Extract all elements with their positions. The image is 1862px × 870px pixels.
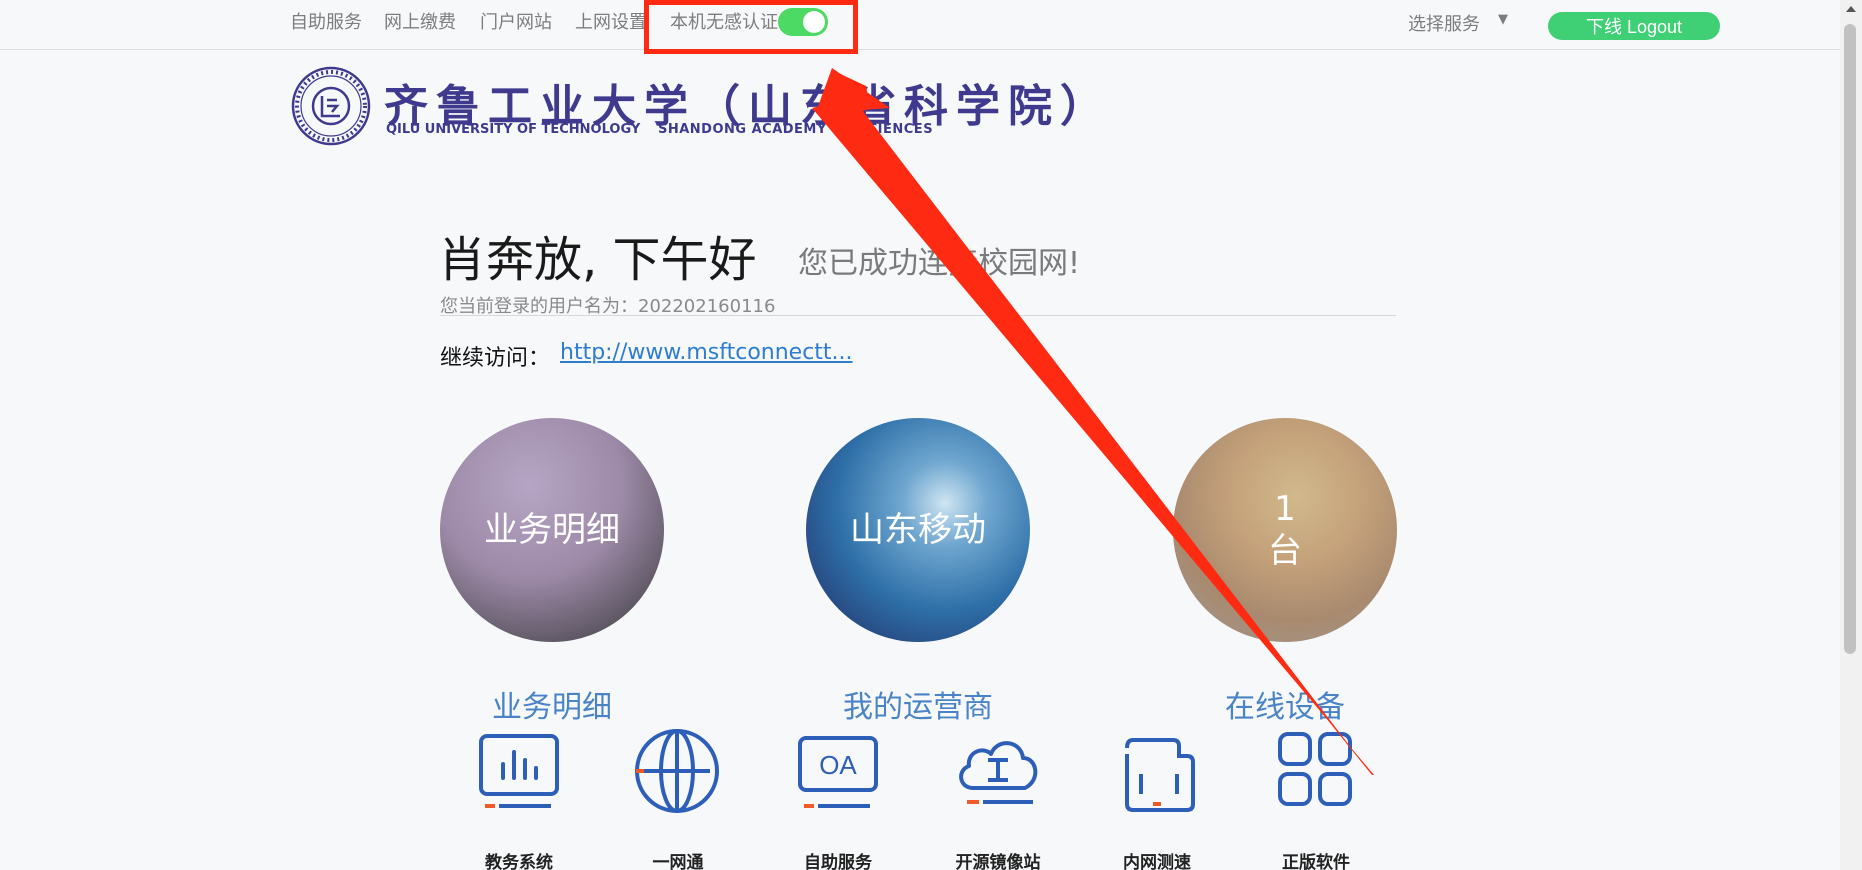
app-label[interactable]: 一网通 [608, 848, 748, 870]
continue-label: 继续访问： [440, 346, 551, 371]
circle-text: 1 台 [1268, 488, 1302, 572]
wallet-icon [1125, 738, 1195, 812]
connection-status: 您已成功连接校园网! [798, 246, 1081, 281]
circle-text: 山东移动 [850, 510, 986, 550]
operator-circle[interactable]: 山东移动 [806, 418, 1030, 642]
operator-caption[interactable]: 我的运营商 [788, 682, 1048, 726]
service-select[interactable]: 选择服务 [1408, 10, 1480, 36]
app-one-network[interactable] [617, 726, 737, 816]
business-detail-circle[interactable]: 业务明细 [440, 418, 664, 642]
nav-online-payment[interactable]: 网上缴费 [384, 8, 456, 34]
app-genuine-software[interactable] [1256, 730, 1376, 810]
caret-down-icon[interactable]: ▼ [1498, 12, 1508, 27]
nav-network-settings[interactable]: 上网设置 [575, 8, 647, 34]
app-label[interactable]: 开源镜像站 [928, 848, 1068, 870]
scrollbar-thumb[interactable] [1844, 24, 1856, 654]
online-devices-caption[interactable]: 在线设备 [1155, 682, 1415, 726]
academy-name-en: SHANDONG ACADEMY OF SCIENCES [658, 122, 934, 137]
nav-self-service[interactable]: 自助服务 [290, 8, 362, 34]
oa-icon: OA [798, 736, 878, 808]
annotation-highlight-box [644, 0, 858, 54]
scroll-up-icon[interactable] [1846, 6, 1856, 12]
device-unit: 台 [1268, 531, 1302, 571]
cloud-icon [959, 741, 1038, 804]
app-mirror-site[interactable] [938, 730, 1058, 814]
app-academic-system[interactable] [459, 730, 579, 814]
device-count: 1 [1274, 489, 1296, 529]
chart-monitor-icon [479, 734, 559, 808]
portal-page: 自助服务 网上缴费 门户网站 上网设置 本机无感认证 选择服务 ▼ 下线 Log… [0, 0, 1862, 870]
globe-icon [635, 729, 719, 813]
svg-text:OA: OA [819, 750, 857, 780]
university-name-en: QILU UNIVERSITY OF TECHNOLOGY [386, 122, 641, 137]
online-devices-circle[interactable]: 1 台 [1173, 418, 1397, 642]
nav-portal-site[interactable]: 门户网站 [480, 8, 552, 34]
logout-button[interactable]: 下线 Logout [1548, 12, 1720, 40]
top-navbar: 自助服务 网上缴费 门户网站 上网设置 本机无感认证 选择服务 ▼ 下线 Log… [0, 0, 1840, 50]
app-label[interactable]: 正版软件 [1246, 848, 1386, 870]
business-detail-caption[interactable]: 业务明细 [422, 682, 682, 726]
grid-icon [1278, 732, 1352, 806]
app-label[interactable]: 教务系统 [449, 848, 589, 870]
app-label[interactable]: 内网测速 [1087, 848, 1227, 870]
greeting-title: 肖奔放, 下午好 [438, 232, 757, 288]
app-label[interactable]: 自助服务 [768, 848, 908, 870]
divider [440, 315, 1396, 316]
circle-text: 业务明细 [484, 510, 620, 550]
app-intranet-speedtest[interactable] [1097, 734, 1217, 814]
university-seal-icon [291, 66, 371, 146]
continue-link[interactable]: http://www.msftconnectt... [560, 340, 853, 365]
app-self-service[interactable]: OA [778, 734, 898, 814]
